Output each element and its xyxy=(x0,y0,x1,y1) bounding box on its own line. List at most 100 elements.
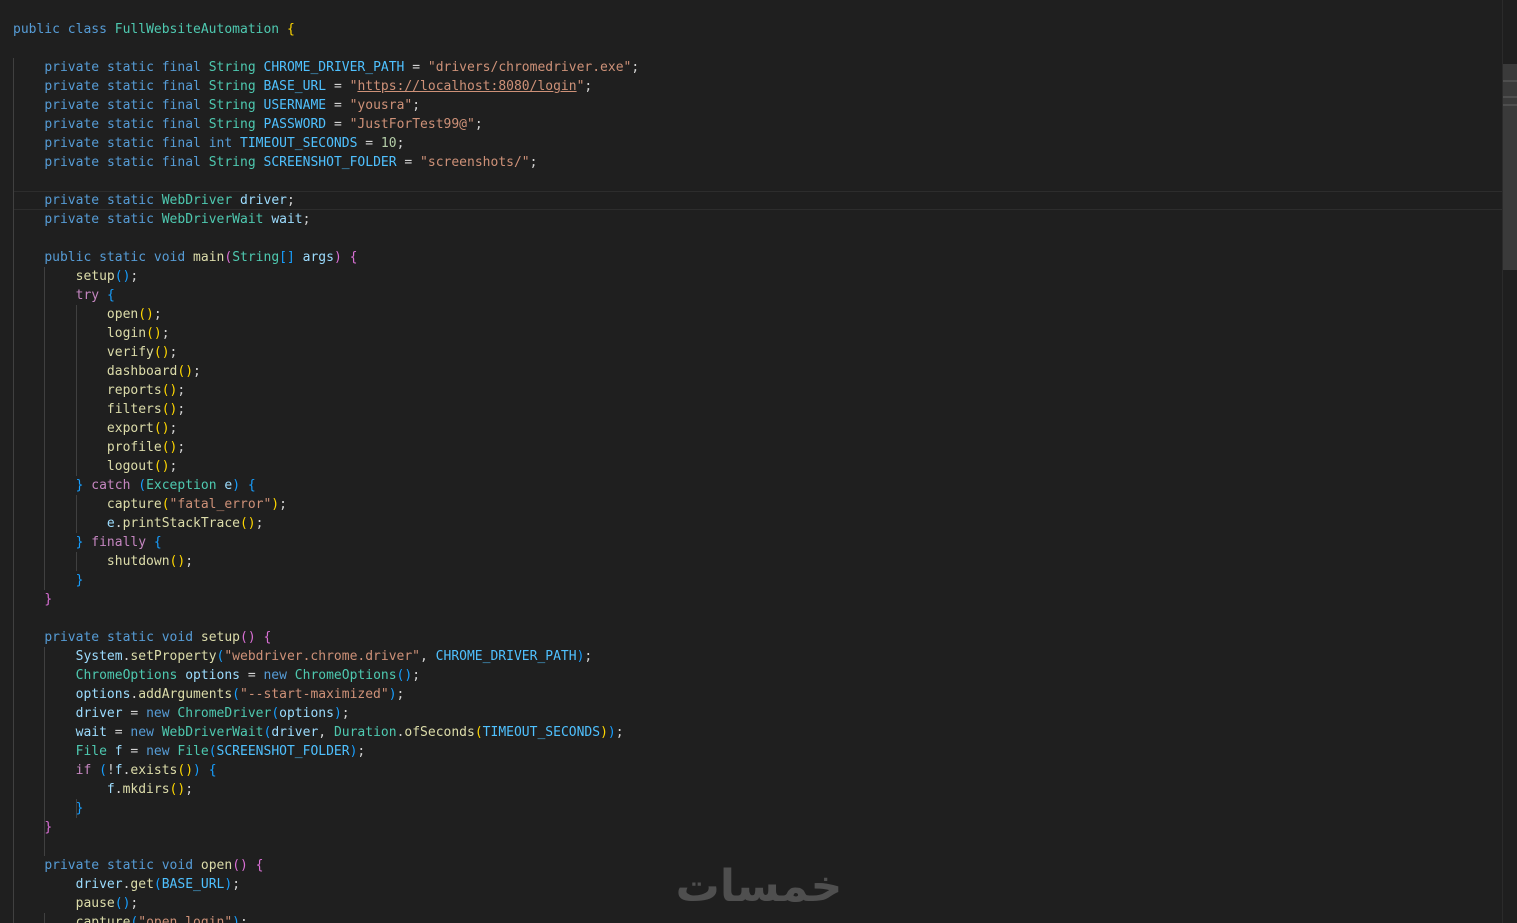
variable-token: wait xyxy=(271,212,303,227)
punctuation-token: = xyxy=(396,155,421,170)
function-token: login xyxy=(106,326,147,341)
punctuation-token: . xyxy=(114,782,123,797)
scrollbar-thumb[interactable] xyxy=(1503,64,1517,270)
code-line[interactable]: private static final String SCREENSHOT_F… xyxy=(13,153,1501,172)
code-line[interactable] xyxy=(13,837,1501,856)
code-line[interactable]: private static WebDriverWait wait; xyxy=(13,210,1501,229)
code-line[interactable]: } catch (Exception e) { xyxy=(13,476,1501,495)
code-line[interactable]: private static final String BASE_URL = "… xyxy=(13,77,1501,96)
code-line[interactable]: } xyxy=(13,590,1501,609)
code-line[interactable]: private static void setup() { xyxy=(13,628,1501,647)
type-token: String xyxy=(208,98,256,113)
code-line[interactable]: System.setProperty("webdriver.chrome.dri… xyxy=(13,647,1501,666)
code-line[interactable]: filters(); xyxy=(13,400,1501,419)
code-line[interactable]: try { xyxy=(13,286,1501,305)
code-line[interactable]: } xyxy=(13,818,1501,837)
punctuation-token: ; xyxy=(177,440,186,455)
code-line[interactable]: verify(); xyxy=(13,343,1501,362)
code-line[interactable]: e.printStackTrace(); xyxy=(13,514,1501,533)
code-line[interactable]: File f = new File(SCREENSHOT_FOLDER); xyxy=(13,742,1501,761)
bracket-token: ( xyxy=(138,478,147,493)
punctuation-token: ; xyxy=(286,193,295,208)
control-keyword-token: finally xyxy=(91,535,147,550)
code-line[interactable]: wait = new WebDriverWait (driver, Duratio… xyxy=(13,723,1501,742)
variable-token: f xyxy=(106,782,115,797)
punctuation-token: ; xyxy=(240,915,248,923)
punctuation-token: ; xyxy=(130,269,139,284)
code-line[interactable]: shutdown(); xyxy=(13,552,1501,571)
code-line[interactable]: private static final String CHROME_DRIVE… xyxy=(13,58,1501,77)
punctuation-token: ; xyxy=(396,687,405,702)
bracket-token: { xyxy=(263,630,272,645)
code-line[interactable]: setup(); xyxy=(13,267,1501,286)
punctuation-token xyxy=(287,668,295,683)
code-line[interactable]: private static final String USERNAME = "… xyxy=(13,96,1501,115)
punctuation-token xyxy=(13,345,107,360)
variable-token: f xyxy=(114,744,123,759)
url-link[interactable]: https://localhost:8080/login xyxy=(357,79,576,94)
code-line[interactable]: f.mkdirs(); xyxy=(13,780,1501,799)
code-line[interactable]: private static final int TIMEOUT_SECONDS… xyxy=(13,134,1501,153)
code-line[interactable]: } finally { xyxy=(13,533,1501,552)
punctuation-token: ; xyxy=(302,212,311,227)
code-line[interactable] xyxy=(13,229,1501,248)
punctuation-token xyxy=(13,364,107,379)
code-line[interactable]: capture("fatal_error"); xyxy=(13,495,1501,514)
code-editor[interactable]: public class FullWebsiteAutomation { pri… xyxy=(0,0,1517,923)
code-line[interactable] xyxy=(13,39,1501,58)
punctuation-token xyxy=(193,630,201,645)
keyword-token: private xyxy=(44,98,100,113)
code-line[interactable]: reports(); xyxy=(13,381,1501,400)
punctuation-token: ; xyxy=(185,782,194,797)
variable-token: driver xyxy=(240,193,287,208)
bracket-token: () xyxy=(161,383,178,398)
bracket-token: ( xyxy=(208,744,217,759)
control-keyword-token: try xyxy=(75,288,100,303)
code-line[interactable]: driver = new ChromeDriver(options); xyxy=(13,704,1501,723)
code-line[interactable]: private static WebDriver driver; xyxy=(13,191,1517,210)
bracket-token: { xyxy=(106,288,115,303)
bracket-token: ( xyxy=(99,763,107,778)
keyword-token: void xyxy=(161,630,194,645)
code-line[interactable]: export(); xyxy=(13,419,1501,438)
type-token: FullWebsiteAutomation xyxy=(114,22,280,37)
code-line[interactable]: options.addArguments("--start-maximized"… xyxy=(13,685,1501,704)
punctuation-token xyxy=(13,212,44,227)
code-line[interactable]: } xyxy=(13,571,1501,590)
code-line[interactable]: dashboard(); xyxy=(13,362,1501,381)
code-line[interactable]: ChromeOptions options = new ChromeOption… xyxy=(13,666,1501,685)
code-line[interactable]: profile(); xyxy=(13,438,1501,457)
code-line[interactable]: } xyxy=(13,799,1501,818)
punctuation-token xyxy=(154,117,162,132)
punctuation-token: , xyxy=(420,649,436,664)
function-token: main xyxy=(193,250,225,265)
code-line[interactable]: if (!f.exists()) { xyxy=(13,761,1501,780)
constant-token: BASE_URL xyxy=(263,79,327,94)
string-token: "screenshots/" xyxy=(420,155,530,170)
bracket-token: ) xyxy=(607,725,616,740)
code-line[interactable]: private static final String PASSWORD = "… xyxy=(13,115,1501,134)
punctuation-token xyxy=(13,497,107,512)
function-token: setup xyxy=(75,269,115,284)
code-line[interactable] xyxy=(13,172,1501,191)
code-line[interactable] xyxy=(13,609,1501,628)
punctuation-token xyxy=(256,98,264,113)
keyword-token: private xyxy=(44,155,100,170)
function-token: open xyxy=(106,307,139,322)
code-line[interactable]: logout(); xyxy=(13,457,1501,476)
code-line[interactable]: open(); xyxy=(13,305,1501,324)
vertical-scrollbar[interactable] xyxy=(1502,0,1517,923)
punctuation-token: = xyxy=(357,136,381,151)
code-line[interactable]: capture("open_login"); xyxy=(13,913,1501,923)
code-line[interactable]: login(); xyxy=(13,324,1501,343)
punctuation-token xyxy=(99,60,107,75)
function-token: dashboard xyxy=(106,364,178,379)
bracket-token: () xyxy=(114,269,131,284)
punctuation-token xyxy=(279,22,287,37)
code-line[interactable]: public class FullWebsiteAutomation { xyxy=(13,20,1501,39)
keyword-token: private xyxy=(44,212,100,227)
keyword-token: final xyxy=(161,117,201,132)
code-line[interactable]: public static void main(String[] args) { xyxy=(13,248,1501,267)
code-area[interactable]: public class FullWebsiteAutomation { pri… xyxy=(13,20,1501,923)
type-token: String xyxy=(208,79,256,94)
